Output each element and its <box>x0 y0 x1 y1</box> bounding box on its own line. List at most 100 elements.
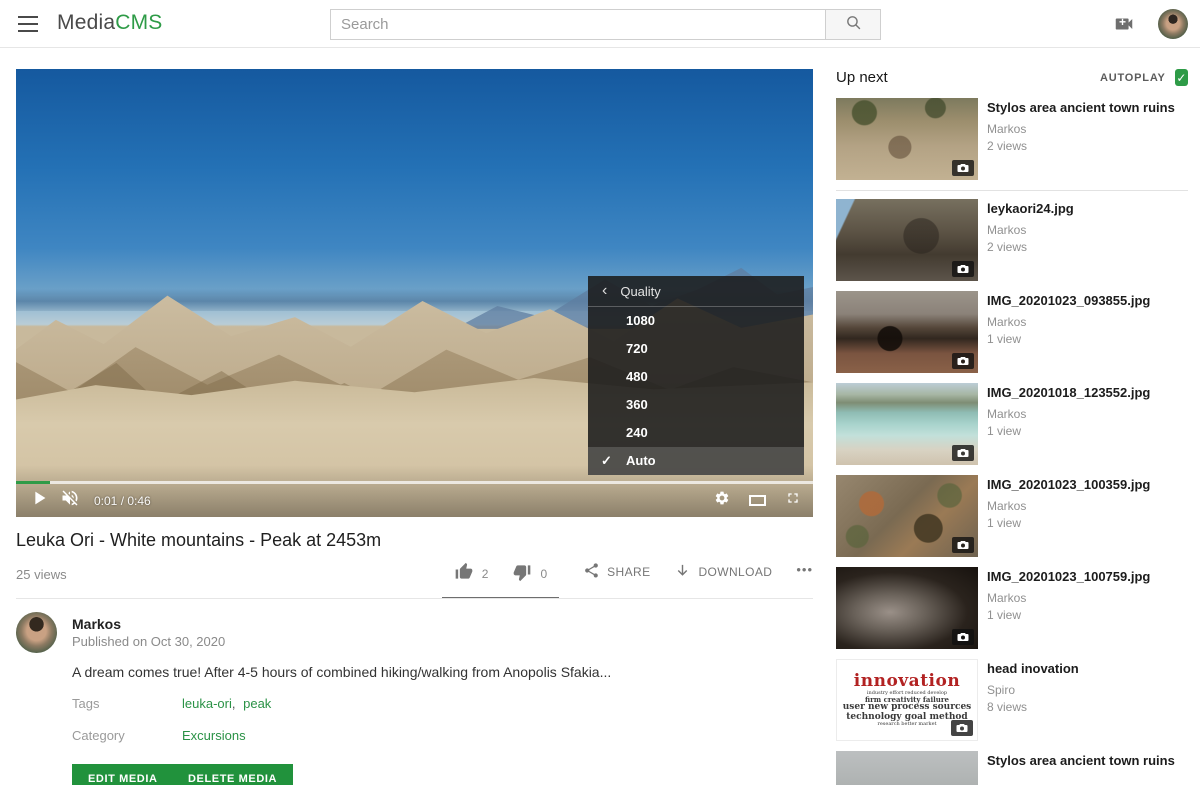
gear-icon <box>714 490 730 511</box>
quality-option-1080[interactable]: 1080 <box>588 307 804 335</box>
quality-option-auto[interactable]: ✓ Auto <box>588 447 804 475</box>
autoplay-checkbox[interactable]: ✓ <box>1175 69 1188 86</box>
thumbs-up-icon <box>454 562 474 585</box>
mute-button[interactable] <box>60 488 80 513</box>
item-views: 1 view <box>987 608 1150 622</box>
tag-peak[interactable]: peak <box>243 696 271 711</box>
thumbnail-img-100359[interactable] <box>836 475 978 557</box>
search-icon <box>845 14 862 36</box>
dislike-button[interactable] <box>512 562 532 585</box>
settings-button[interactable] <box>714 490 730 511</box>
share-icon <box>583 562 600 582</box>
logo-cms-text: CMS <box>115 11 162 34</box>
item-title[interactable]: IMG_20201023_100759.jpg <box>987 569 1150 585</box>
thumbnail-stylos-ruins[interactable] <box>836 98 978 180</box>
thumbnail-img-100759[interactable] <box>836 567 978 649</box>
list-item[interactable]: innovation industry effort reduced devel… <box>836 659 1188 741</box>
list-item[interactable]: IMG_20201018_123552.jpg Markos 1 view <box>836 383 1188 465</box>
thumbnail-img-123552[interactable] <box>836 383 978 465</box>
search-input[interactable] <box>330 9 826 40</box>
play-icon <box>28 487 50 514</box>
item-title[interactable]: IMG_20201023_093855.jpg <box>987 293 1150 309</box>
video-player[interactable]: ‹ Quality 1080 720 480 360 240 ✓ Auto <box>16 69 813 517</box>
dislike-count: 0 <box>540 567 547 581</box>
tags-list: leuka-ori, peak <box>182 696 271 711</box>
quality-option-360[interactable]: 360 <box>588 391 804 419</box>
theater-mode-icon <box>749 495 766 506</box>
item-views: 1 view <box>987 516 1150 530</box>
like-button[interactable] <box>454 562 474 585</box>
time-display: 0:01 / 0:46 <box>94 494 151 508</box>
search-button[interactable] <box>825 9 881 40</box>
item-title[interactable]: head inovation <box>987 661 1079 677</box>
list-item[interactable]: IMG_20201023_093855.jpg Markos 1 view <box>836 291 1188 373</box>
rate-group: 2 0 <box>442 560 559 599</box>
tag-leuka-ori[interactable]: leuka-ori <box>182 696 232 711</box>
category-label: Category <box>72 728 125 743</box>
quality-menu-header[interactable]: ‹ Quality <box>588 276 804 307</box>
thumbnail-img-093855[interactable] <box>836 291 978 373</box>
camera-icon <box>952 160 974 176</box>
delete-media-button[interactable]: DELETE MEDIA <box>172 764 293 785</box>
list-item[interactable]: IMG_20201023_100359.jpg Markos 1 view <box>836 475 1188 557</box>
camera-icon <box>952 537 974 553</box>
item-author: Markos <box>987 407 1150 421</box>
autoplay-control: AUTOPLAY ✓ <box>1100 69 1188 86</box>
user-avatar[interactable] <box>1158 9 1188 39</box>
list-item[interactable]: IMG_20201023_100759.jpg Markos 1 view <box>836 567 1188 649</box>
list-item[interactable]: leykaori24.jpg Markos 2 views <box>836 199 1188 281</box>
theater-mode-button[interactable] <box>749 495 766 506</box>
item-title[interactable]: leykaori24.jpg <box>987 201 1074 217</box>
download-label: DOWNLOAD <box>698 565 772 579</box>
logo-media-text: Media <box>57 11 115 34</box>
item-title[interactable]: Stylos area ancient town ruins <box>987 753 1175 769</box>
check-icon: ✓ <box>601 447 612 475</box>
list-item[interactable]: Stylos area ancient town ruins Markos 2 … <box>836 98 1188 180</box>
camera-icon <box>952 261 974 277</box>
player-controls: 0:01 / 0:46 <box>16 484 813 517</box>
like-count: 2 <box>482 567 489 581</box>
video-title: Leuka Ori - White mountains - Peak at 24… <box>16 530 696 551</box>
item-author: Spiro <box>987 683 1079 697</box>
list-item[interactable]: Stylos area ancient town ruins <box>836 751 1188 785</box>
more-options-button[interactable]: ••• <box>796 560 813 577</box>
thumbnail-stylos-ruins-2[interactable] <box>836 751 978 785</box>
share-button[interactable]: SHARE <box>583 560 650 582</box>
published-date: Published on Oct 30, 2020 <box>72 634 225 649</box>
menu-icon[interactable] <box>18 16 38 32</box>
thumbnail-leykaori24[interactable] <box>836 199 978 281</box>
check-icon: ✓ <box>1176 71 1186 85</box>
thumbs-down-icon <box>512 562 532 585</box>
edit-media-button[interactable]: EDIT MEDIA <box>72 764 174 785</box>
camera-icon <box>952 445 974 461</box>
item-author: Markos <box>987 315 1150 329</box>
fullscreen-button[interactable] <box>785 490 801 511</box>
action-bar: 2 0 SHARE <box>460 560 813 599</box>
camera-icon <box>952 353 974 369</box>
section-divider <box>16 598 813 599</box>
quality-option-480[interactable]: 480 <box>588 363 804 391</box>
item-title[interactable]: Stylos area ancient town ruins <box>987 100 1175 116</box>
author-avatar[interactable] <box>16 612 57 653</box>
item-title[interactable]: IMG_20201023_100359.jpg <box>987 477 1150 493</box>
autoplay-label: AUTOPLAY <box>1100 72 1166 84</box>
quality-menu: ‹ Quality 1080 720 480 360 240 ✓ Auto <box>588 276 804 475</box>
category-value: Excursions <box>182 728 246 743</box>
author-name[interactable]: Markos <box>72 616 121 632</box>
list-divider <box>836 190 1188 191</box>
thumbnail-head-inovation[interactable]: innovation industry effort reduced devel… <box>836 659 978 741</box>
play-button[interactable] <box>28 487 50 514</box>
mediacms-page: MediaCMS + <box>0 0 1200 785</box>
share-label: SHARE <box>607 565 650 579</box>
upload-media-button[interactable]: + <box>1112 13 1136 35</box>
quality-option-720[interactable]: 720 <box>588 335 804 363</box>
item-title[interactable]: IMG_20201018_123552.jpg <box>987 385 1150 401</box>
category-excursions[interactable]: Excursions <box>182 728 246 743</box>
view-count: 25 views <box>16 567 67 582</box>
volume-muted-icon <box>60 488 80 513</box>
logo[interactable]: MediaCMS <box>57 11 162 35</box>
quality-menu-title: Quality <box>620 284 660 299</box>
download-button[interactable]: DOWNLOAD <box>674 560 772 582</box>
quality-option-240[interactable]: 240 <box>588 419 804 447</box>
download-arrow-icon <box>674 562 691 582</box>
